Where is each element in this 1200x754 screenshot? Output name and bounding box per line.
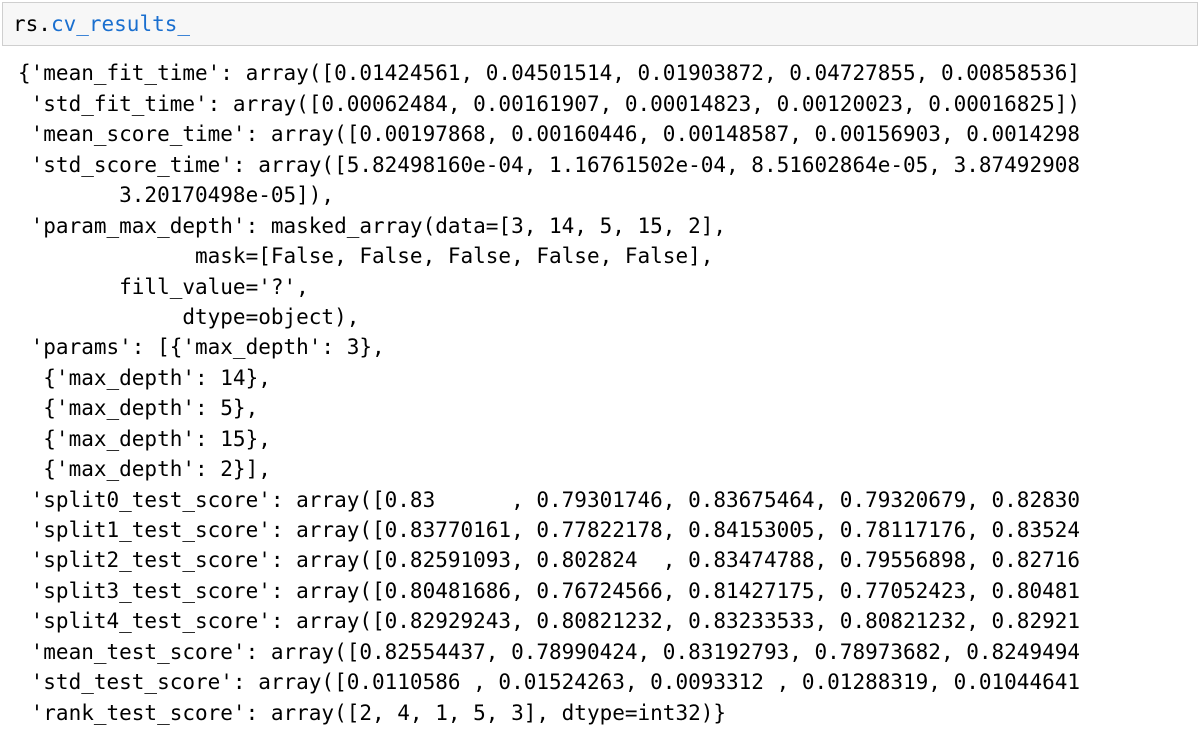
code-output: {'mean_fit_time': array([0.01424561, 0.0…: [0, 46, 1200, 728]
code-input-cell: rs.cv_results_: [2, 2, 1198, 46]
code-object: rs.: [13, 12, 51, 36]
code-attribute: cv_results_: [51, 12, 190, 36]
notebook-excerpt: rs.cv_results_ {'mean_fit_time': array([…: [0, 0, 1200, 754]
